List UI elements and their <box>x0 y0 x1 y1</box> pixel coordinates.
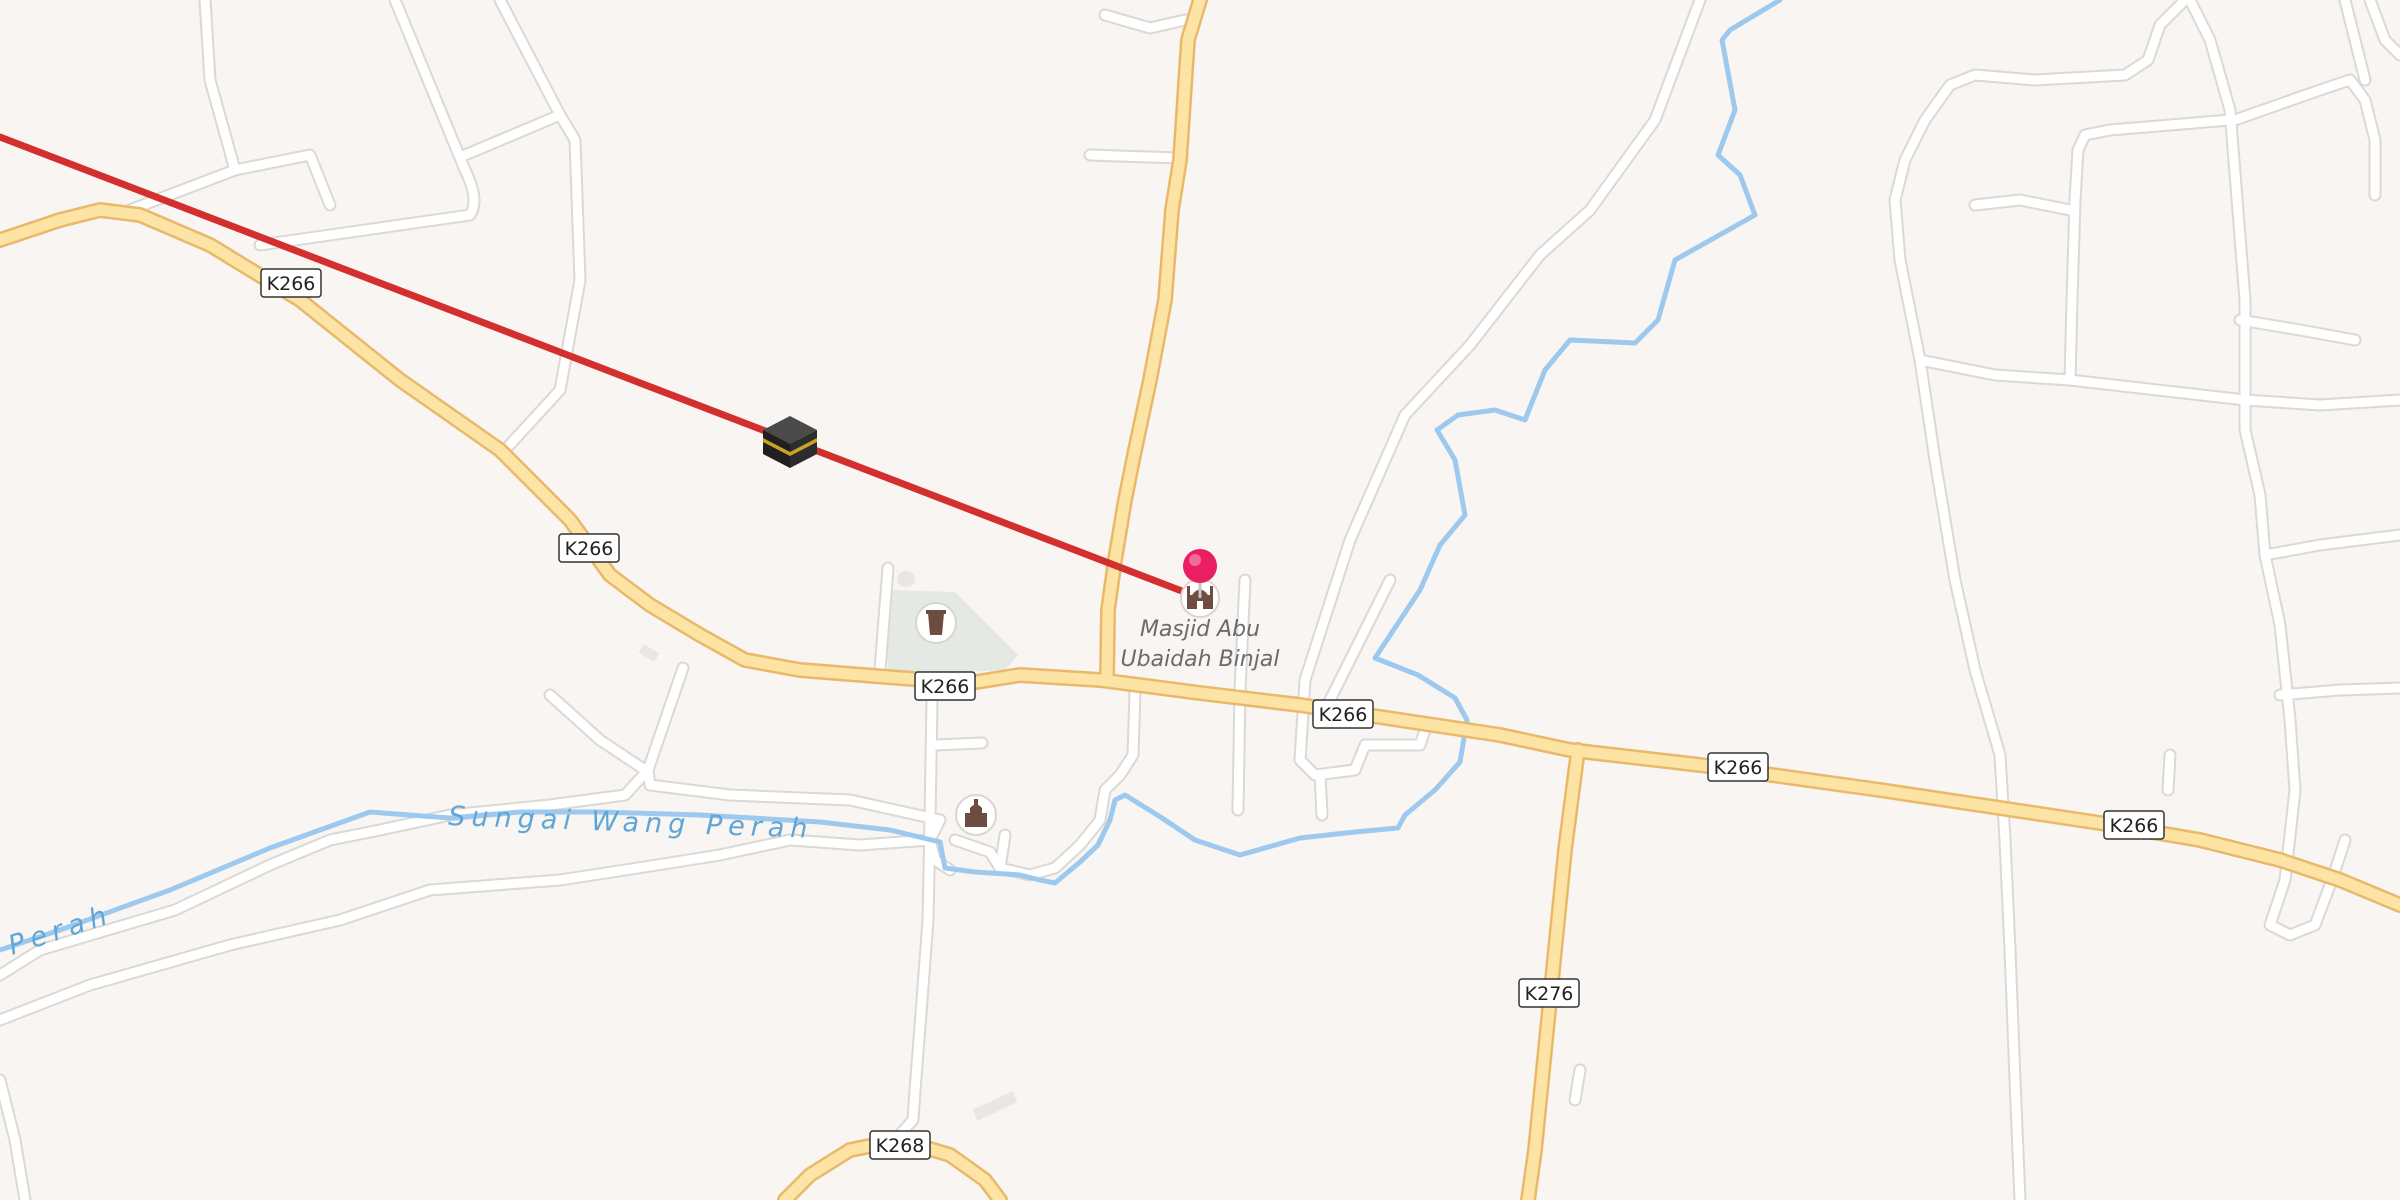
svg-text:K268: K268 <box>876 1135 925 1157</box>
place-of-worship-icon[interactable] <box>955 794 997 836</box>
svg-text:K266: K266 <box>565 538 614 560</box>
svg-text:K266: K266 <box>1319 704 1368 726</box>
small-building <box>897 571 915 587</box>
road-shield-k266[interactable]: K266 <box>558 533 620 563</box>
road-shield-k266[interactable]: K266 <box>1707 752 1769 782</box>
svg-text:K266: K266 <box>1714 757 1763 779</box>
svg-text:K266: K266 <box>267 273 316 295</box>
road-shield-k266[interactable]: K266 <box>1312 699 1374 729</box>
road-shield-k268[interactable]: K268 <box>869 1130 931 1160</box>
place-label-line1: Masjid Abu <box>1140 617 1260 642</box>
svg-text:K276: K276 <box>1525 983 1574 1005</box>
cemetery-icon[interactable] <box>915 602 957 644</box>
svg-text:K266: K266 <box>2110 815 2159 837</box>
road-shield-k266[interactable]: K266 <box>914 671 976 701</box>
place-label-line2: Ubaidah Binjal <box>1121 647 1280 672</box>
road-shield-k266[interactable]: K266 <box>260 268 322 298</box>
road-shield-k266[interactable]: K266 <box>2103 810 2165 840</box>
road-shield-k276[interactable]: K276 <box>1518 978 1580 1008</box>
svg-text:K266: K266 <box>921 676 970 698</box>
map-canvas[interactable]: Sungai Wang Perah Perah K266 K266 K266 K… <box>0 0 2400 1200</box>
